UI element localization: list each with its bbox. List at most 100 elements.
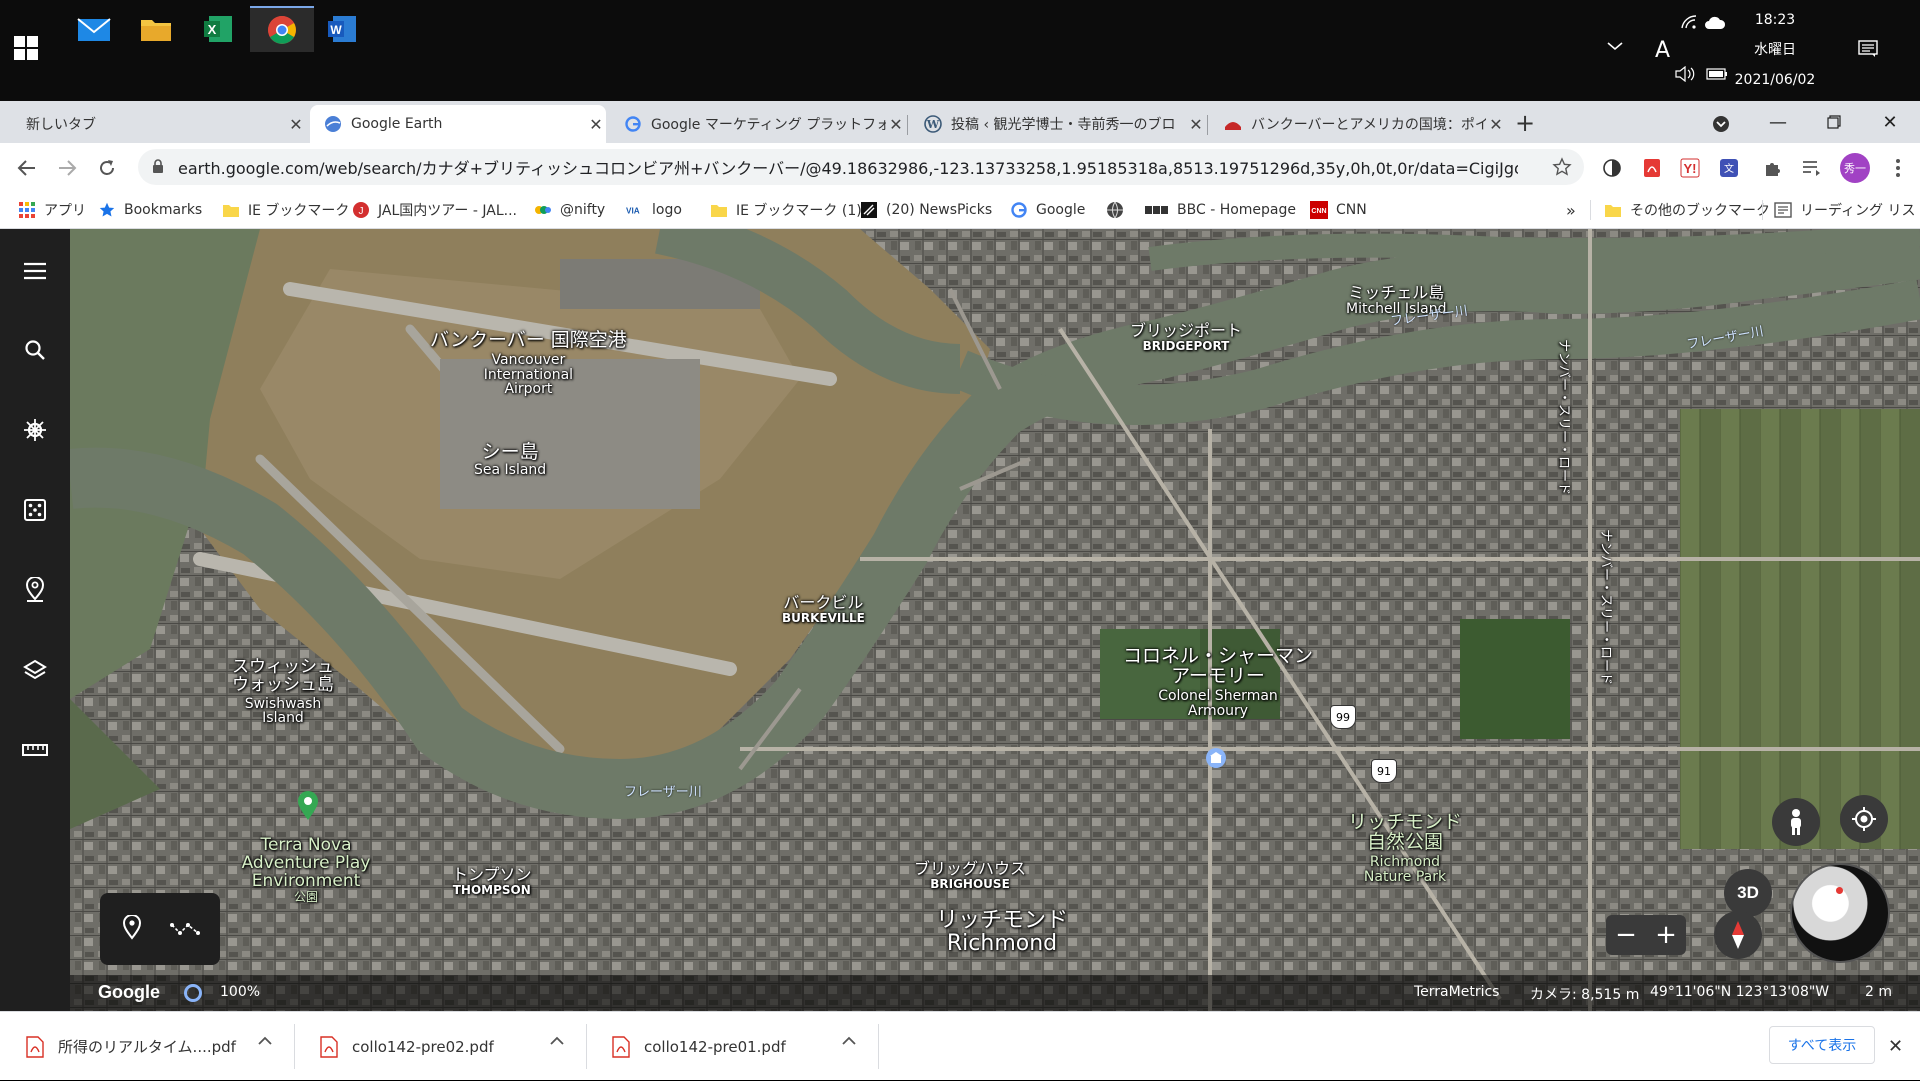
label-richmond[interactable]: リッチモンド Richmond xyxy=(936,909,1068,955)
profile-avatar[interactable]: 秀一 xyxy=(1840,153,1870,183)
map-style-layers-icon[interactable] xyxy=(17,652,53,688)
translate-extension-icon[interactable]: 文 xyxy=(1718,157,1740,179)
earth-status-bar: Google 100% TerraMetrics カメラ: 8,515 m 49… xyxy=(70,975,1920,1011)
bookmark-jal[interactable]: J JAL国内ツアー - JAL... xyxy=(352,199,517,221)
ime-indicator[interactable]: A xyxy=(1655,38,1670,63)
extensions-puzzle-icon[interactable] xyxy=(1762,157,1784,179)
feeling-lucky-dice-icon[interactable] xyxy=(17,492,53,528)
compass-icon[interactable] xyxy=(1714,911,1762,959)
back-button[interactable] xyxy=(12,153,42,183)
reading-mode-icon[interactable] xyxy=(1801,157,1823,179)
chevron-up-icon[interactable] xyxy=(550,1036,564,1046)
label-swishwash-island[interactable]: スウィッシュ ウォッシュ島 Swishwash Island xyxy=(228,658,338,726)
bookmarks-overflow-button[interactable]: » xyxy=(1566,199,1576,221)
toggle-3d-button[interactable]: 3D xyxy=(1724,869,1772,917)
bookmark-cnn[interactable]: CNN CNN xyxy=(1310,199,1367,221)
bookmark-apps[interactable]: アプリ xyxy=(18,199,86,221)
close-downloads-icon[interactable]: ✕ xyxy=(1888,1036,1903,1057)
reload-button[interactable] xyxy=(92,153,122,183)
tab-vancouver-border[interactable]: バンクーバーとアメリカの国境：ポイント ✕ xyxy=(1210,105,1506,143)
windows-start-icon[interactable] xyxy=(14,36,42,64)
tab-new-tab[interactable]: 新しいタブ ✕ xyxy=(10,105,306,143)
notifications-icon[interactable] xyxy=(1858,40,1878,58)
forward-button[interactable] xyxy=(52,153,82,183)
voyager-icon[interactable] xyxy=(17,412,53,448)
zoom-in-button[interactable]: + xyxy=(1646,920,1686,950)
chevron-up-icon[interactable] xyxy=(842,1036,856,1046)
wifi-icon[interactable] xyxy=(1680,14,1698,30)
word-icon[interactable]: W xyxy=(310,6,374,52)
minimize-button[interactable]: — xyxy=(1750,101,1806,143)
address-bar[interactable]: earth.google.com/web/search/カナダ+ブリティッシュコ… xyxy=(138,149,1584,185)
tab-close-icon[interactable]: ✕ xyxy=(586,115,606,134)
add-placemark-icon[interactable] xyxy=(122,915,142,941)
armoury-pin-icon[interactable] xyxy=(1205,747,1227,769)
measure-ruler-icon[interactable] xyxy=(17,732,53,768)
chevron-up-icon[interactable] xyxy=(258,1036,272,1046)
battery-icon[interactable] xyxy=(1706,68,1728,80)
label-sea-island[interactable]: シー島 Sea Island xyxy=(474,442,546,478)
tab-close-icon[interactable]: ✕ xyxy=(1186,115,1206,134)
zoom-out-button[interactable]: − xyxy=(1606,920,1646,950)
globe-minimap[interactable] xyxy=(1790,863,1890,963)
dark-mode-extension-icon[interactable] xyxy=(1601,157,1623,179)
lock-icon[interactable] xyxy=(152,159,164,174)
tab-close-icon[interactable]: ✕ xyxy=(286,115,306,134)
bookmark-nifty[interactable]: @nifty xyxy=(534,199,605,221)
tab-wordpress-post[interactable]: W 投稿 ‹ 観光学博士・寺前秀一のブロ ✕ xyxy=(910,105,1206,143)
tab-search-icon[interactable] xyxy=(1712,115,1730,133)
tray-overflow-chevron-icon[interactable] xyxy=(1606,40,1624,52)
restore-button[interactable] xyxy=(1806,101,1862,143)
label-colonel-sherman-armoury[interactable]: コロネル・シャーマン アーモリー Colonel Sherman Armoury xyxy=(1118,646,1318,718)
my-location-icon[interactable] xyxy=(1840,795,1888,843)
bookmark-bookmarks[interactable]: Bookmarks xyxy=(98,199,202,221)
browser-menu-icon[interactable] xyxy=(1887,157,1909,179)
label-en: BRIDGEPORT xyxy=(1142,338,1230,353)
bookmark-ie-folder[interactable]: IE ブックマーク xyxy=(222,199,349,221)
new-tab-button[interactable]: + xyxy=(1510,111,1540,137)
download-item[interactable]: collo142-pre02.pdf xyxy=(294,1012,586,1081)
chrome-icon[interactable] xyxy=(250,6,314,52)
cloud-icon[interactable] xyxy=(1704,16,1726,30)
download-item[interactable]: 所得のリアルタイム....pdf xyxy=(0,1012,294,1081)
close-window-button[interactable]: ✕ xyxy=(1862,101,1918,143)
label-brighouse[interactable]: ブリッグハウス BRIGHOUSE xyxy=(914,860,1026,890)
bookmark-globe[interactable] xyxy=(1106,199,1132,221)
projects-pin-icon[interactable] xyxy=(17,572,53,608)
clock[interactable]: 18:23 水曜日 2021/06/02 xyxy=(1730,10,1820,90)
bookmark-logo[interactable]: VIA logo xyxy=(626,199,682,221)
label-richmond-nature-park[interactable]: リッチモンド 自然公園 Richmond Nature Park xyxy=(1340,812,1470,884)
bookmark-star-icon[interactable] xyxy=(1552,157,1572,177)
label-terra-nova-park[interactable]: Terra Nova Adventure Play Environment 公園 xyxy=(216,836,396,903)
volume-icon[interactable] xyxy=(1674,66,1696,82)
mail-icon[interactable] xyxy=(62,6,126,52)
label-vancouver-airport[interactable]: バンクーバー 国際空港 Vancouver International Airp… xyxy=(430,330,627,397)
bookmark-newspicks[interactable]: (20) NewsPicks xyxy=(860,199,992,221)
tab-google-marketing[interactable]: Google マーケティング プラットフォーム ✕ xyxy=(610,105,906,143)
search-icon[interactable] xyxy=(17,332,53,368)
bookmark-google[interactable]: Google xyxy=(1010,199,1085,221)
menu-icon[interactable] xyxy=(17,253,53,289)
pegman-street-view-icon[interactable] xyxy=(1772,798,1820,846)
park-pin-icon[interactable] xyxy=(296,791,320,821)
bookmark-ie-folder-1[interactable]: IE ブックマーク (1) xyxy=(710,199,862,221)
label-bridgeport[interactable]: ブリッジポート BRIDGEPORT xyxy=(1130,322,1242,353)
show-all-downloads-button[interactable]: すべて表示 xyxy=(1769,1026,1875,1064)
tab-close-icon[interactable]: ✕ xyxy=(886,115,906,134)
label-burkeville[interactable]: バークビル BURKEVILLE xyxy=(782,594,865,624)
download-item[interactable]: collo142-pre01.pdf xyxy=(586,1012,878,1081)
reading-list-button[interactable]: リーディング リスト xyxy=(1774,199,1920,221)
bookmark-other-folder[interactable]: その他のブックマーク xyxy=(1604,199,1770,221)
yahoo-extension-icon[interactable]: Y! xyxy=(1679,157,1701,179)
excel-icon[interactable]: X xyxy=(186,6,250,52)
label-thompson[interactable]: トンプソン THOMPSON xyxy=(452,866,532,896)
folder-icon[interactable] xyxy=(124,6,188,52)
tab-divider xyxy=(1207,115,1208,135)
attribution[interactable]: TerraMetrics xyxy=(1414,984,1499,1000)
bookmark-bbc[interactable]: BBC - Homepage xyxy=(1145,199,1296,221)
tab-google-earth[interactable]: Google Earth ✕ xyxy=(310,105,606,143)
tab-close-icon[interactable]: ✕ xyxy=(1486,115,1506,134)
address-url[interactable]: earth.google.com/web/search/カナダ+ブリティッシュコ… xyxy=(178,155,1518,179)
pdf-extension-icon[interactable] xyxy=(1641,157,1663,179)
draw-path-icon[interactable] xyxy=(170,919,200,939)
